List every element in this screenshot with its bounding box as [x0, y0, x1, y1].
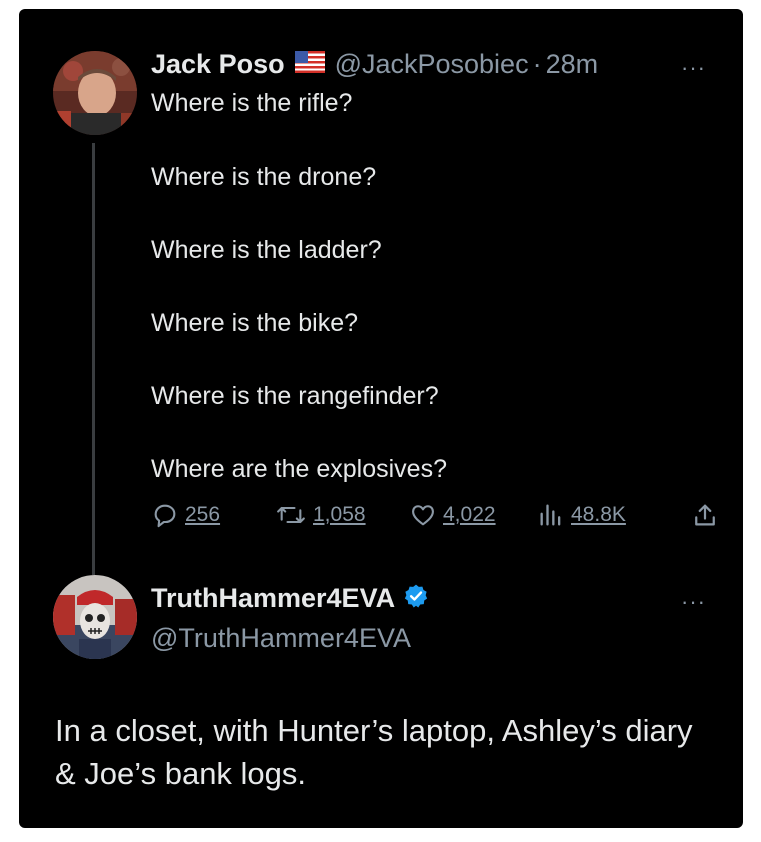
views-bar-chart-icon	[540, 504, 561, 526]
truthhammer-avatar[interactable]	[53, 575, 137, 659]
reply-header: TruthHammer4EVA	[151, 583, 429, 614]
reply-more-options-button[interactable]: ···	[681, 591, 706, 613]
reply-author-handle[interactable]: @TruthHammer4EVA	[151, 623, 411, 654]
reply-count: 256	[185, 503, 221, 526]
share-button[interactable]	[691, 501, 719, 529]
reply-author-name[interactable]: TruthHammer4EVA	[151, 583, 395, 614]
like-button[interactable]: 4,022	[409, 501, 496, 529]
tweet-line: Where are the explosives?	[151, 455, 447, 483]
like-count: 4,022	[443, 503, 496, 526]
author-name[interactable]: Jack Poso	[151, 49, 285, 80]
share-icon	[695, 504, 715, 526]
tweet-line: Where is the ladder?	[151, 236, 382, 264]
truthhammer-avatar-image	[53, 575, 137, 659]
views-count: 48.8K	[571, 503, 626, 526]
tweet-line: Where is the bike?	[151, 309, 359, 337]
author-handle[interactable]: @JackPosobiec	[335, 49, 529, 80]
heart-icon	[412, 505, 434, 526]
reply-icon	[154, 504, 176, 528]
post-frame: Jack Poso @JackPosobiec · 28m ··· Where …	[19, 9, 743, 828]
jack-poso-avatar-image	[53, 51, 137, 135]
tweet-header: Jack Poso @JackPosobiec · 28m	[151, 49, 598, 80]
tweet-timestamp[interactable]: 28m	[546, 49, 599, 80]
repost-icon	[277, 506, 305, 524]
tweet-line: Where is the drone?	[151, 163, 377, 191]
us-flag-icon	[294, 51, 325, 78]
more-options-button[interactable]: ···	[681, 57, 706, 79]
reply-body-text: In a closet, with Hunter’s laptop, Ashle…	[55, 713, 693, 791]
verified-badge-icon	[403, 583, 429, 614]
repost-count: 1,058	[313, 503, 366, 526]
jack-poso-avatar[interactable]	[53, 51, 137, 135]
views-button[interactable]: 48.8K	[537, 501, 626, 529]
thread-connector-line	[92, 143, 95, 575]
repost-button[interactable]: 1,058	[275, 501, 366, 529]
tweet-line: Where is the rangefinder?	[151, 382, 439, 410]
dot-separator: ·	[532, 49, 542, 79]
reply-button[interactable]: 256	[151, 501, 220, 529]
tweet-line: Where is the rifle?	[151, 89, 353, 117]
